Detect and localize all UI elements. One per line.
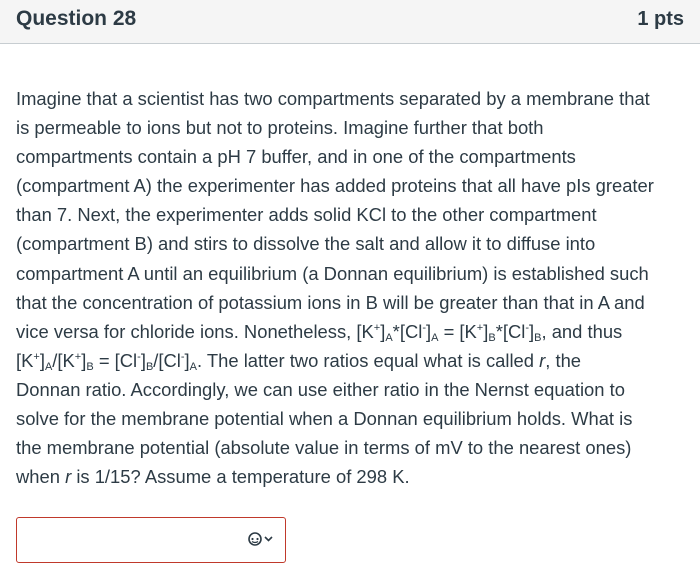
text-line: compartments contain a pH 7 buffer, and … xyxy=(16,146,576,168)
text-line: Donnan ratio. Accordingly, we can use ei… xyxy=(16,378,625,400)
answer-input[interactable] xyxy=(16,517,286,563)
text-line: (compartment B) and stirs to dissolve th… xyxy=(16,233,596,255)
text-line-equation-2: [K+]A/[K+]B = [Cl-]B/[Cl-]A. The latter … xyxy=(16,349,582,373)
text-line: compartment A until an equilibrium (a Do… xyxy=(16,262,649,284)
question-title: Question 28 xyxy=(16,7,137,30)
text-line: the membrane potential (absolute value i… xyxy=(16,437,632,459)
text-line: is permeable to ions but not to proteins… xyxy=(16,117,544,139)
chevron-down-icon xyxy=(264,536,273,542)
text-line-equation-1: vice versa for chloride ions. Nonetheles… xyxy=(16,320,623,344)
text-line: that the concentration of potassium ions… xyxy=(16,291,645,313)
text-line: (compartment A) the experimenter has add… xyxy=(16,175,654,197)
question-text: Imagine that a scientist has two compart… xyxy=(16,84,688,491)
text-line: when r is 1/15? Assume a temperature of … xyxy=(16,466,410,488)
question-points: 1 pts xyxy=(637,8,684,30)
text-line: than 7. Next, the experimenter adds soli… xyxy=(16,204,597,226)
question-header: Question 28 1 pts xyxy=(0,0,700,44)
text-line: Imagine that a scientist has two compart… xyxy=(16,88,650,109)
answer-dropdown-icon xyxy=(248,532,262,546)
answer-dropdown-button[interactable] xyxy=(248,532,273,546)
text-line: solve for the membrane potential when a … xyxy=(16,408,633,430)
